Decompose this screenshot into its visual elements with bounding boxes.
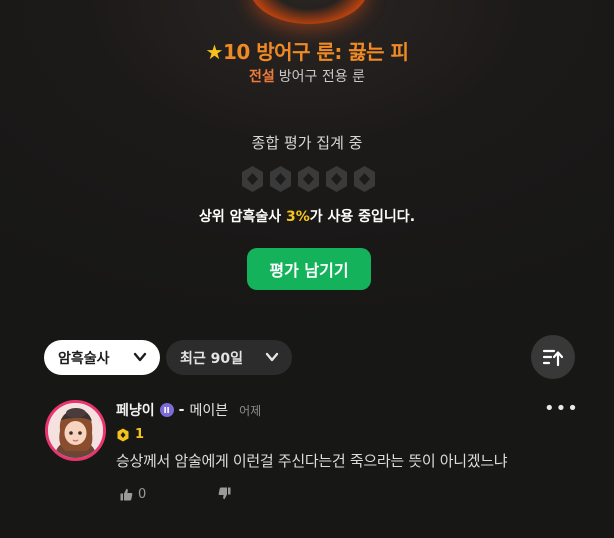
separator: - [178, 402, 185, 418]
class-filter-dropdown[interactable]: 암흑술사 [44, 340, 160, 375]
dislike-button[interactable] [218, 487, 231, 500]
thumbs-up-icon [120, 488, 133, 501]
more-options-button[interactable]: ••• [544, 400, 578, 420]
level-value: 1 [135, 427, 145, 442]
character-portrait-icon [48, 403, 103, 458]
server-name: 메이븐 [189, 403, 229, 419]
rating-hex-icon [242, 166, 263, 192]
sort-icon [542, 349, 564, 367]
rating-hex-icon [270, 166, 291, 192]
rune-name: 10 방어구 룬: 끓는 피 [222, 40, 409, 64]
period-filter-dropdown[interactable]: 최근 90일 [166, 340, 292, 375]
level-hex-icon [117, 428, 129, 441]
rune-title: ★10 방어구 룬: 끓는 피 [0, 36, 614, 65]
review-time: 어제 [239, 403, 262, 418]
like-count: 0 [138, 487, 147, 502]
star-icon: ★ [205, 40, 224, 64]
user-level: 1 [117, 427, 144, 442]
thumbs-down-icon [218, 487, 231, 500]
gemini-zodiac-icon: II [159, 403, 174, 417]
period-filter-label: 최근 90일 [180, 350, 243, 367]
evaluation-status: 종합 평가 집계 중 [251, 134, 363, 152]
leave-review-button[interactable]: 평가 남기기 [247, 248, 371, 290]
usage-percent: 3% [286, 209, 310, 225]
usage-suffix: 가 사용 중입니다. [309, 209, 416, 225]
usage-prefix: 상위 암흑술사 [198, 209, 286, 225]
sort-button[interactable] [531, 335, 575, 379]
review-text: 승상께서 암술에게 이런걸 주신다는건 죽으라는 뜻이 아니겠느냐 [116, 452, 508, 470]
usage-text: 상위 암흑술사 3%가 사용 중입니다. [0, 206, 614, 226]
rating-hexagons [241, 165, 377, 193]
rune-subtitle: 전설 방어구 전용 룬 [0, 66, 614, 86]
review-author: 페냥이 II - 메이븐 어제 [116, 400, 261, 420]
rune-type: 방어구 전용 룬 [278, 69, 365, 85]
like-button[interactable]: 0 [120, 487, 146, 502]
class-filter-label: 암흑술사 [58, 350, 110, 367]
chevron-down-icon [133, 352, 147, 362]
avatar[interactable] [45, 400, 106, 461]
rune-image [250, 0, 368, 24]
chevron-down-icon [265, 352, 279, 362]
rating-hex-icon [354, 166, 375, 192]
rune-grade: 전설 [249, 69, 275, 85]
rating-hex-icon [298, 166, 319, 192]
username[interactable]: 페냥이 [116, 400, 155, 420]
rating-hex-icon [326, 166, 347, 192]
